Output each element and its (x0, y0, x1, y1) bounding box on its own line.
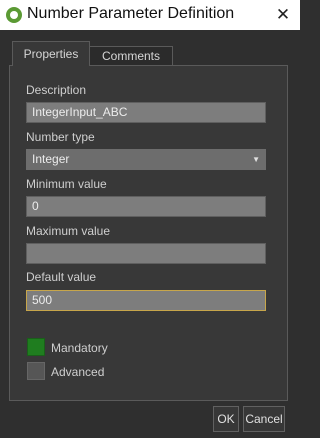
advanced-label: Advanced (51, 365, 105, 379)
cancel-button[interactable]: Cancel (243, 406, 285, 432)
ok-button[interactable]: OK (213, 406, 239, 432)
title-bar: Number Parameter Definition ✕ (0, 0, 300, 30)
advanced-checkbox[interactable] (27, 362, 45, 380)
tab-properties[interactable]: Properties (12, 41, 90, 66)
number-type-label: Number type (26, 130, 95, 144)
default-value-label: Default value (26, 270, 97, 284)
description-field[interactable]: IntegerInput_ABC (26, 102, 266, 123)
close-icon[interactable]: ✕ (266, 0, 300, 30)
mandatory-label: Mandatory (51, 341, 108, 355)
chevron-down-icon: ▼ (252, 155, 260, 164)
maximum-value-field[interactable] (26, 243, 266, 264)
window-title: Number Parameter Definition (27, 5, 235, 22)
minimum-value-label: Minimum value (26, 177, 107, 191)
mandatory-checkbox[interactable] (27, 338, 45, 356)
default-value-field[interactable]: 500 (26, 290, 266, 311)
tab-comments[interactable]: Comments (89, 46, 173, 66)
maximum-value-label: Maximum value (26, 224, 111, 238)
description-label: Description (26, 83, 87, 97)
qgis-logo-icon (6, 7, 22, 23)
number-type-value: Integer (32, 152, 70, 166)
number-type-select[interactable]: Integer ▼ (26, 149, 266, 170)
minimum-value-field[interactable]: 0 (26, 196, 266, 217)
